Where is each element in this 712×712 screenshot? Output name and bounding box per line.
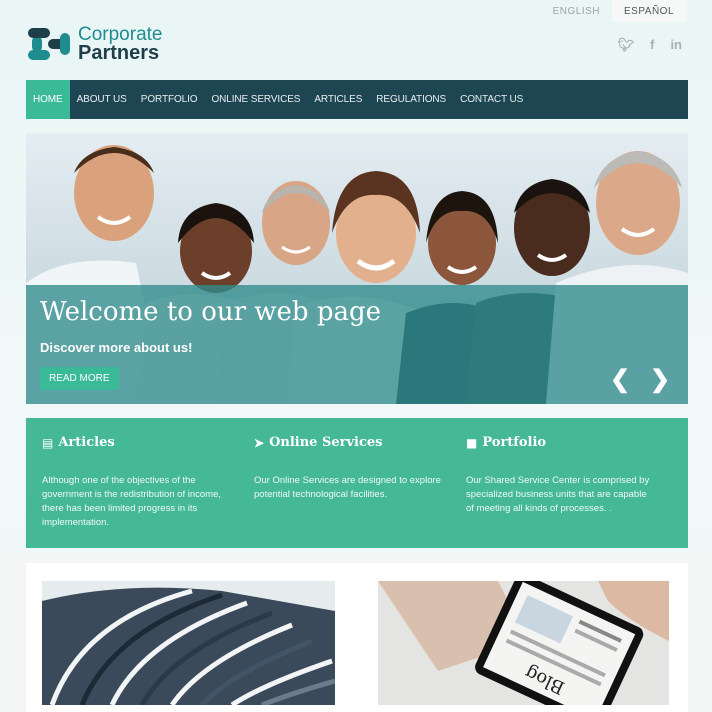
main-nav: HOME ABOUT US PORTFOLIO ONLINE SERVICES …: [26, 80, 688, 119]
magazines-image[interactable]: [42, 581, 335, 705]
blog-tablet-illustration: Blog: [378, 581, 669, 705]
logo-mark-icon: [28, 28, 70, 60]
hero-subtitle: Discover more about us!: [40, 340, 193, 355]
magazines-illustration: [42, 581, 335, 705]
read-more-button[interactable]: READ MORE: [40, 367, 119, 390]
feature-title[interactable]: Portfolio: [482, 435, 546, 450]
nav-home[interactable]: HOME: [26, 80, 70, 119]
linkedin-icon[interactable]: in: [670, 37, 682, 53]
hero-caption: Welcome to our web page Discover more ab…: [26, 285, 688, 404]
features-band: ▤ Articles Although one of the objective…: [26, 418, 688, 548]
social-links: 🐦︎ f in: [618, 37, 682, 53]
nav-regulations[interactable]: REGULATIONS: [369, 80, 453, 119]
briefcase-icon: ■: [466, 435, 478, 450]
feature-text: Our Shared Service Center is comprised b…: [466, 475, 650, 514]
language-english[interactable]: ENGLISH: [541, 0, 612, 22]
language-espanol[interactable]: ESPAÑOL: [612, 0, 686, 22]
feature-text: Our Online Services are designed to expl…: [254, 475, 441, 500]
cursor-icon: ➤: [254, 435, 265, 450]
hero-slider: Welcome to our web page Discover more ab…: [26, 133, 688, 404]
nav-about-us[interactable]: ABOUT US: [70, 80, 134, 119]
newspaper-icon: ▤: [42, 435, 54, 450]
slider-next-icon[interactable]: ❯: [650, 365, 670, 394]
blog-tablet-image[interactable]: Blog: [378, 581, 669, 705]
language-switcher: ENGLISH ESPAÑOL: [541, 0, 686, 22]
logo[interactable]: Corporate Partners: [26, 24, 163, 64]
hero-title: Welcome to our web page: [40, 297, 382, 327]
nav-articles[interactable]: ARTICLES: [307, 80, 369, 119]
nav-contact-us[interactable]: CONTACT US: [453, 80, 530, 119]
feature-text: Although one of the objectives of the go…: [42, 475, 222, 528]
feature-title[interactable]: Articles: [58, 435, 114, 450]
slider-prev-icon[interactable]: ❮: [610, 365, 630, 394]
twitter-icon[interactable]: 🐦︎: [618, 37, 635, 53]
logo-line-2: Partners: [78, 42, 160, 64]
nav-online-services[interactable]: ONLINE SERVICES: [204, 80, 307, 119]
feature-title[interactable]: Online Services: [269, 435, 382, 450]
nav-portfolio[interactable]: PORTFOLIO: [134, 80, 205, 119]
facebook-icon[interactable]: f: [650, 37, 654, 53]
